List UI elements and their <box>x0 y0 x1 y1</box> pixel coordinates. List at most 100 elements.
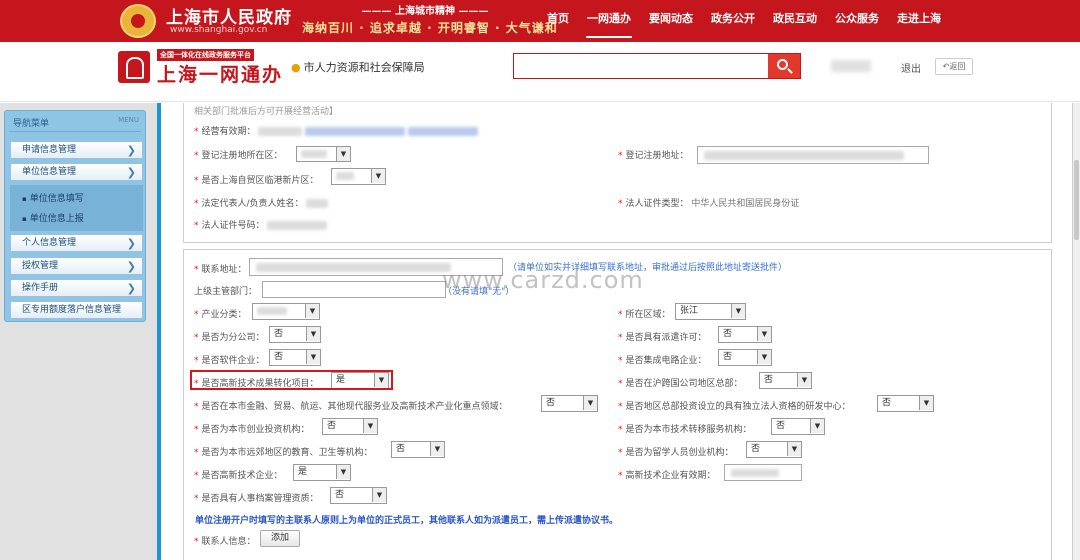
platform-title[interactable]: 上海一网通办 <box>157 60 283 87</box>
reg-address-input[interactable] <box>697 146 929 164</box>
venture-label: * 是否为本市创业投资机构： <box>194 422 310 435</box>
required-mark: * <box>618 356 623 366</box>
nav-home[interactable]: 首页 <box>538 0 578 42</box>
nav-gov-info[interactable]: 政务公开 <box>702 0 764 42</box>
redacted-value <box>256 263 451 272</box>
hightech-ent-select[interactable]: 是 <box>293 464 351 481</box>
highlight-box <box>190 370 393 390</box>
search-button[interactable] <box>768 54 800 78</box>
venture-select[interactable]: 否 <box>322 418 378 435</box>
sidebar-item-unit-info[interactable]: 单位信息管理 ❯ <box>10 163 143 181</box>
nav-yiwangtongban[interactable]: 一网通办 <box>578 0 640 42</box>
department-name: 市人力资源和社会保障局 <box>303 61 425 74</box>
nav-public-service[interactable]: 公众服务 <box>826 0 888 42</box>
search-input[interactable] <box>513 53 801 79</box>
sidebar-subitem-fill[interactable]: 单位信息填写 <box>22 191 84 204</box>
required-mark: * <box>194 494 199 504</box>
government-emblem-icon <box>120 4 156 38</box>
branch-select[interactable]: 否 <box>269 326 321 343</box>
sidebar-menu-label: MENU <box>118 116 139 124</box>
redacted-value <box>306 199 329 208</box>
rd-select[interactable]: 否 <box>877 395 934 412</box>
legal-rep-label: * 法定代表人/负责人姓名： <box>194 196 329 209</box>
finance-select[interactable]: 否 <box>541 395 598 412</box>
required-mark: * <box>618 448 623 458</box>
contact-info-label: * 联系人信息： <box>194 534 256 547</box>
region-select[interactable]: 张江 <box>675 303 746 320</box>
free-trade-select[interactable] <box>331 168 386 185</box>
business-period-label-text: 经营有效期： <box>201 127 256 137</box>
sidebar-item-authorization[interactable]: 授权管理 ❯ <box>10 257 143 275</box>
free-trade-label-text: 是否上海自贸区临港新片区： <box>201 176 319 186</box>
legal-id-no-label: * 法人证件号码： <box>194 218 328 231</box>
free-trade-label: * 是否上海自贸区临港新片区： <box>194 173 319 186</box>
sidebar-item-personal-info[interactable]: 个人信息管理 ❯ <box>10 234 143 252</box>
superior-label: 上级主管部门： <box>194 287 258 297</box>
redacted-value <box>301 149 327 158</box>
finance-label: * 是否在本市金融、贸易、航运、其他现代服务业及高新技术产业化重点领域： <box>194 399 508 412</box>
business-period-label: * 经营有效期： <box>194 124 479 137</box>
sidebar-item-manual[interactable]: 操作手册 ❯ <box>10 279 143 297</box>
redacted-value <box>267 221 328 230</box>
suburb-label: * 是否为本市远郊地区的教育、卫生等机构： <box>194 445 373 458</box>
nav-about-shanghai[interactable]: 走进上海 <box>888 0 950 42</box>
nav-interaction[interactable]: 政民互动 <box>764 0 826 42</box>
sidebar-item-label: 个人信息管理 <box>22 238 77 248</box>
branch-label: * 是否为分公司： <box>194 330 265 343</box>
software-select[interactable]: 否 <box>269 349 321 366</box>
finance-label-text: 是否在本市金融、贸易、航运、其他现代服务业及高新技术产业化重点领域： <box>201 402 508 412</box>
contact-info-label-text: 联系人信息： <box>201 537 256 547</box>
redacted-value <box>408 127 479 136</box>
suburb-label-text: 是否为本市远郊地区的教育、卫生等机构： <box>201 448 373 458</box>
reg-district-select[interactable] <box>296 146 351 162</box>
scrollbar-thumb[interactable] <box>1074 160 1079 240</box>
required-mark: * <box>618 151 623 161</box>
archive-select[interactable]: 否 <box>330 487 387 504</box>
dispatch-label: * 是否具有派遣许可： <box>618 330 707 343</box>
sidebar-submenu: 单位信息填写 单位信息上报 <box>10 185 143 231</box>
returnee-select[interactable]: 否 <box>746 441 802 458</box>
archive-label-text: 是否具有人事档案管理资质： <box>201 494 319 504</box>
sidebar-subitem-report[interactable]: 单位信息上报 <box>22 211 84 224</box>
required-mark: * <box>194 333 199 343</box>
legal-id-type-label-text: 法人证件类型： <box>625 199 689 209</box>
add-contact-button[interactable]: 添加 <box>260 530 300 547</box>
sidebar: 导航菜单 MENU 申请信息管理❯ 单位信息管理❯ 单位信息填写 单位信息上报 … <box>4 110 146 322</box>
sidebar-item-label: 区专用额度落户信息管理 <box>22 305 122 315</box>
reg-address-label-text: 登记注册地址： <box>625 151 689 161</box>
back-button-label: 返回 <box>949 62 966 71</box>
sidebar-item-label: 申请信息管理 <box>22 145 77 155</box>
hq-label: * 是否在沪跨国公司地区总部： <box>618 376 743 389</box>
hightech-ent-label: * 是否高新技术企业： <box>194 468 283 481</box>
tech-transfer-select[interactable]: 否 <box>771 418 825 435</box>
hightech-validity-label-text: 高新技术企业有效期： <box>625 471 716 481</box>
redacted-value <box>336 171 354 180</box>
redacted-value <box>731 469 779 477</box>
back-button[interactable]: ↶返回 <box>935 58 973 75</box>
required-mark: * <box>194 127 199 137</box>
returnee-label: * 是否为留学人员创业机构： <box>618 445 734 458</box>
required-mark: * <box>194 265 199 275</box>
ic-label-text: 是否集成电路企业： <box>625 356 707 366</box>
tech-transfer-label-text: 是否为本市技术转移服务机构： <box>625 425 752 435</box>
sidebar-item-application[interactable]: 申请信息管理 ❯ <box>10 141 143 159</box>
redacted-value <box>258 127 303 136</box>
dispatch-select[interactable]: 否 <box>718 326 772 343</box>
required-mark: * <box>194 402 199 412</box>
contact-note: 单位注册开户时填写的主联系人原则上为单位的正式员工，其他联系人如为派遣员工，需上… <box>195 516 619 526</box>
superior-input[interactable] <box>262 281 446 298</box>
hightech-validity-input[interactable] <box>724 464 802 481</box>
hq-select[interactable]: 否 <box>759 372 812 389</box>
location-pin-icon: ● <box>291 61 301 74</box>
industry-select[interactable] <box>252 303 320 320</box>
nav-news[interactable]: 要闻动态 <box>640 0 702 42</box>
hightech-validity-label: * 高新技术企业有效期： <box>618 468 716 481</box>
redacted-value <box>704 151 904 160</box>
ic-select[interactable]: 否 <box>718 349 772 366</box>
chevron-right-icon: ❯ <box>126 260 136 273</box>
sidebar-item-district-quota[interactable]: 区专用额度落户信息管理 <box>10 301 143 319</box>
logout-link[interactable]: 退出 <box>901 60 921 75</box>
suburb-select[interactable]: 否 <box>391 441 445 458</box>
chevron-right-icon: ❯ <box>126 282 136 295</box>
industry-label-text: 产业分类： <box>201 310 247 320</box>
